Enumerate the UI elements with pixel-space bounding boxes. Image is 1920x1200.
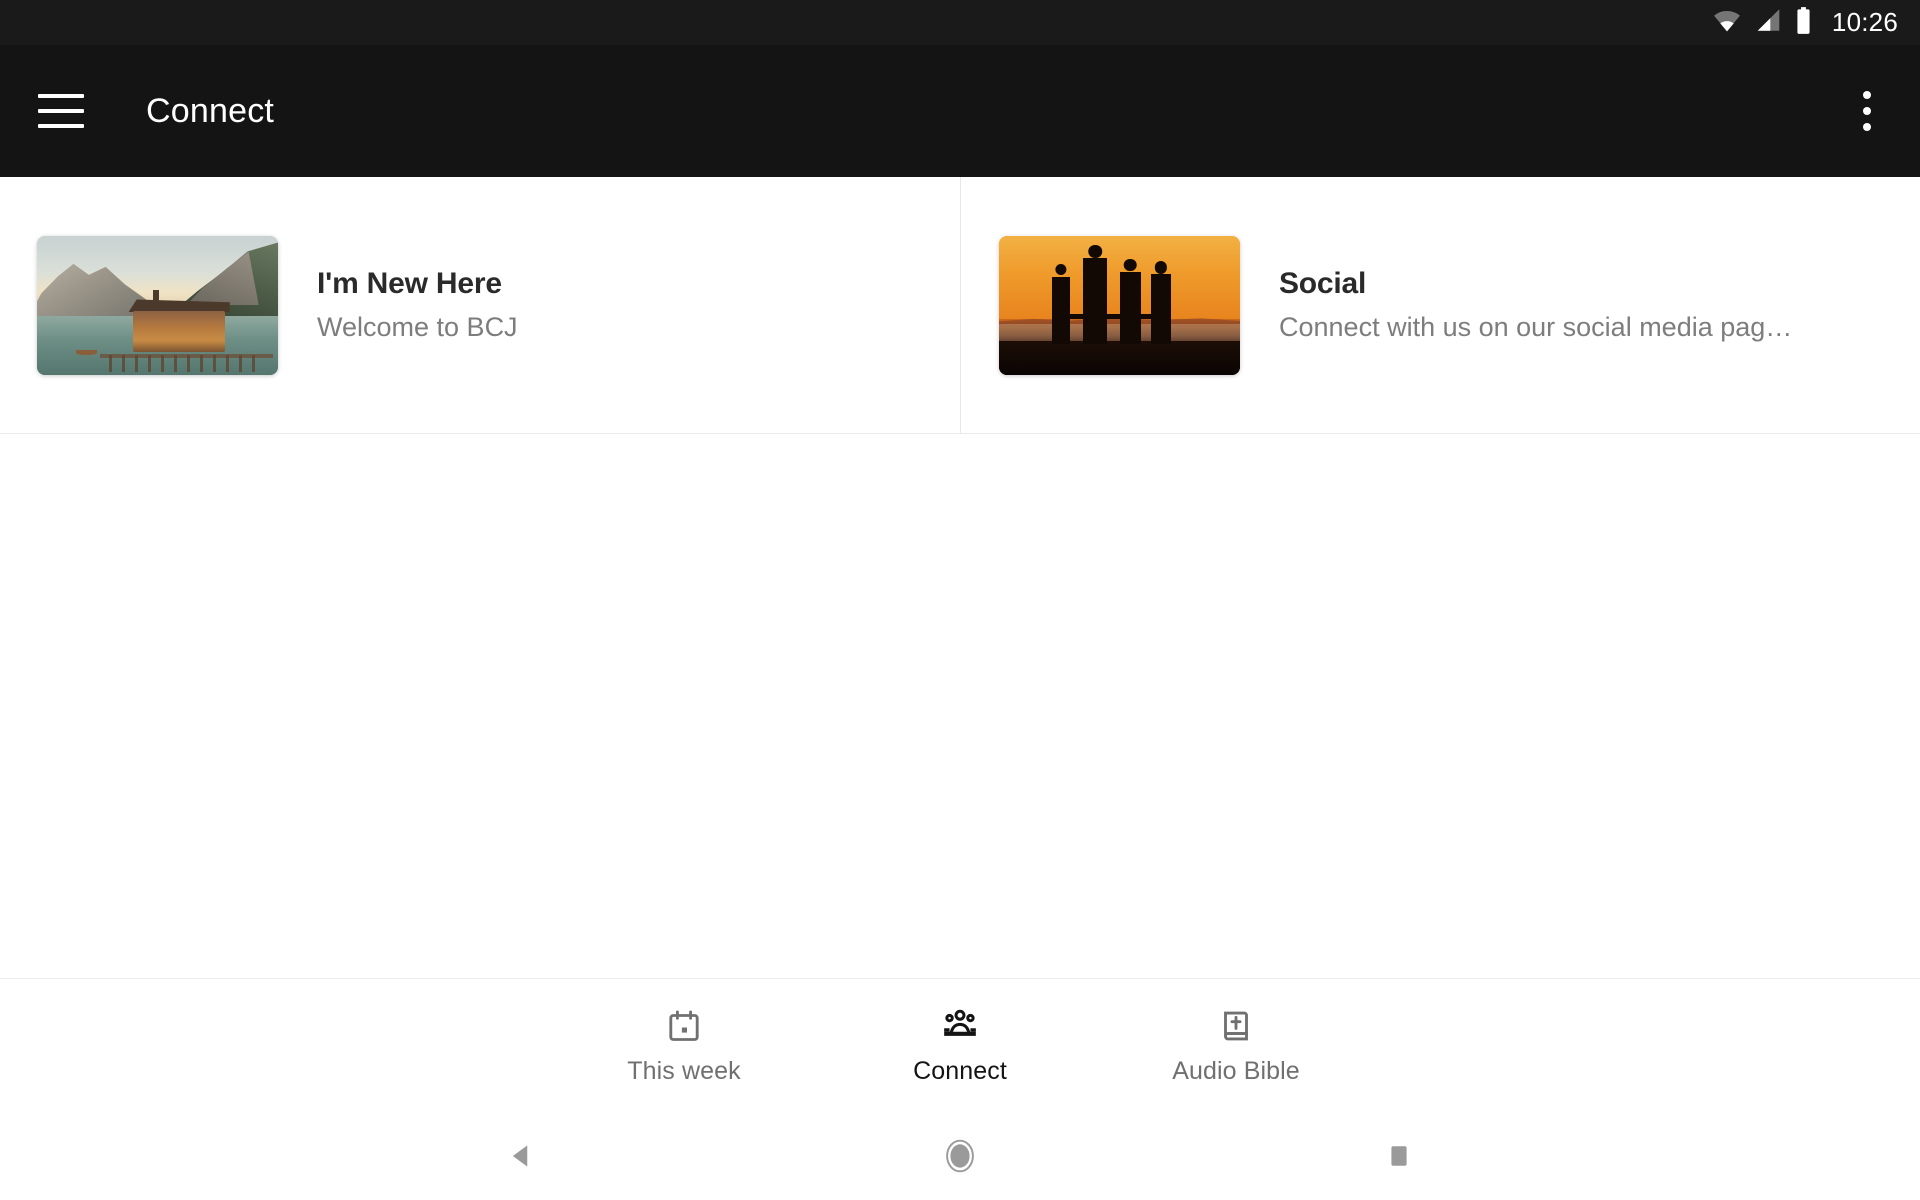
sunset-family-silhouette-photo: [999, 235, 1240, 375]
back-triangle-icon[interactable]: [486, 1121, 556, 1191]
app-bar: Connect: [0, 45, 1920, 177]
battery-icon: [1795, 6, 1812, 39]
overflow-menu-icon[interactable]: [1842, 80, 1892, 142]
card-subtitle: Connect with us on our social media pag…: [1279, 311, 1793, 342]
home-circle-icon[interactable]: [925, 1121, 995, 1191]
nav-tab-this-week[interactable]: This week: [546, 1006, 822, 1086]
status-bar-icons: [1712, 6, 1812, 39]
nav-tab-connect[interactable]: Connect: [822, 1006, 1098, 1086]
card-subtitle: Welcome to BCJ: [317, 311, 518, 342]
android-system-navigation-bar: [0, 1112, 1920, 1200]
connect-card-grid: I'm New Here Welcome to BCJ Social Conne…: [0, 177, 1920, 433]
recents-square-icon[interactable]: [1364, 1121, 1434, 1191]
people-group-icon: [940, 1006, 980, 1046]
status-bar: 10:26: [0, 0, 1920, 45]
card-text-block: Social Connect with us on our social med…: [1279, 267, 1890, 343]
calendar-icon: [664, 1006, 704, 1046]
card-title: Social: [1279, 267, 1367, 301]
nav-label: Audio Bible: [1172, 1056, 1300, 1085]
nav-label: Connect: [913, 1056, 1007, 1085]
page-title: Connect: [146, 91, 275, 130]
card-title: I'm New Here: [317, 267, 502, 301]
lake-mountain-cabin-photo: [37, 235, 278, 375]
nav-tab-audio-bible[interactable]: Audio Bible: [1098, 1006, 1374, 1086]
content-area: I'm New Here Welcome to BCJ Social Conne…: [0, 177, 1920, 978]
wifi-icon: [1712, 8, 1742, 37]
card-im-new-here[interactable]: I'm New Here Welcome to BCJ: [0, 177, 960, 433]
hamburger-menu-icon[interactable]: [38, 94, 84, 128]
status-bar-clock: 10:26: [1831, 7, 1898, 37]
bible-book-icon: [1216, 1006, 1256, 1046]
cellular-signal-icon: [1755, 8, 1782, 37]
card-social[interactable]: Social Connect with us on our social med…: [960, 177, 1920, 433]
nav-label: This week: [627, 1056, 741, 1085]
card-text-block: I'm New Here Welcome to BCJ: [317, 267, 930, 343]
bottom-navigation-bar: This week Connect Audio Bible: [0, 978, 1920, 1112]
